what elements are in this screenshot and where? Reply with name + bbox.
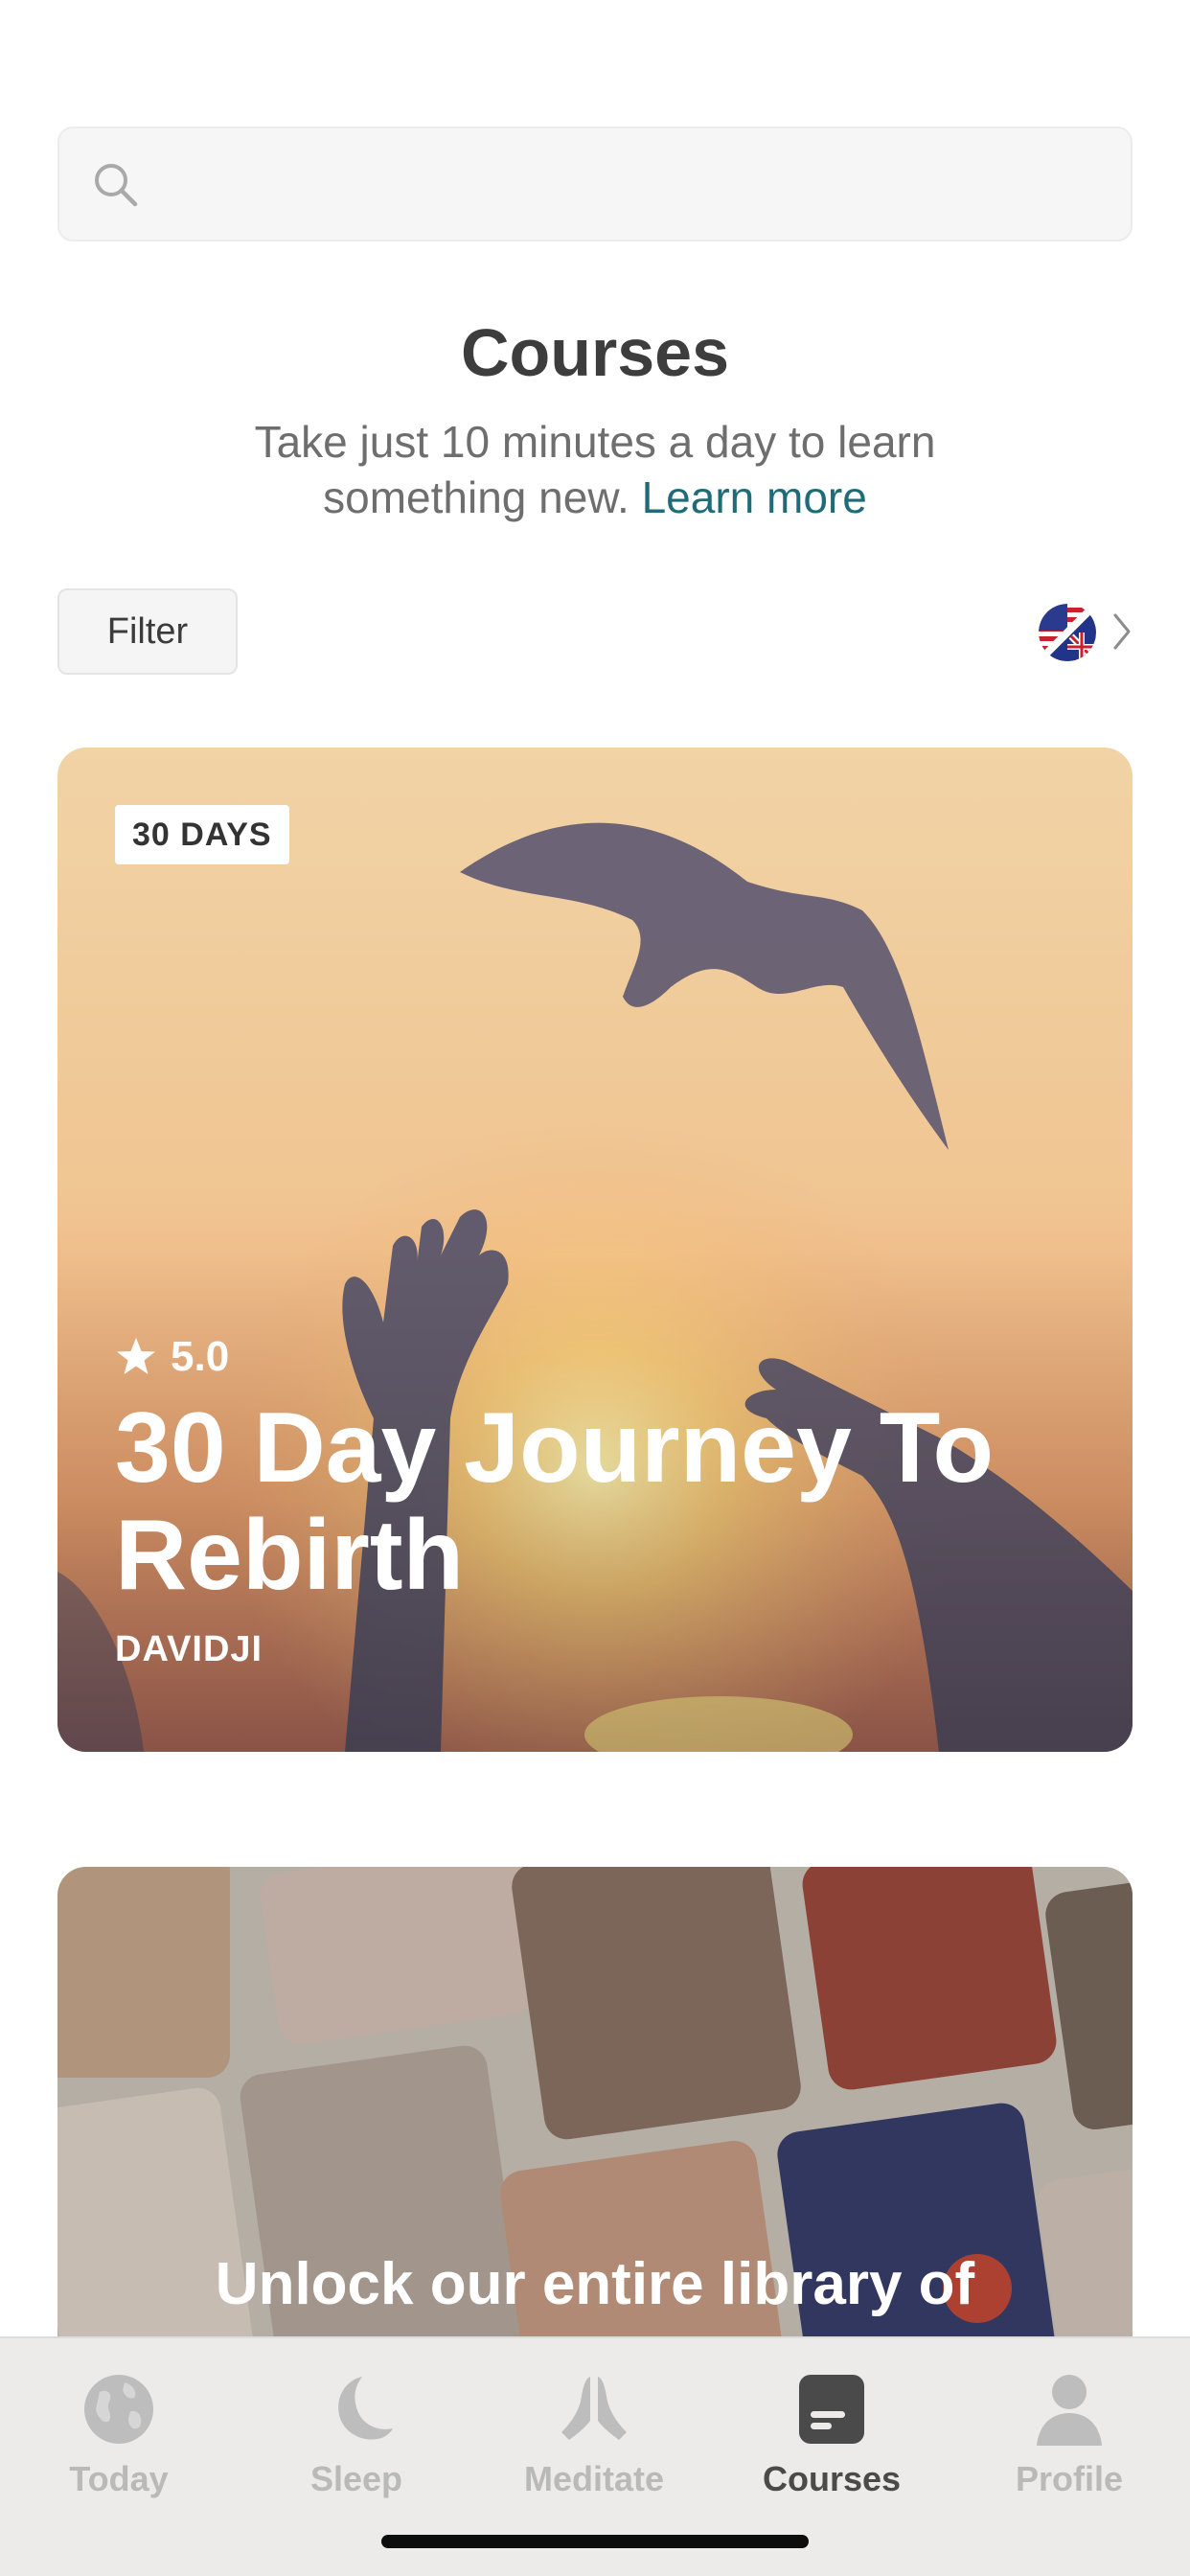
filter-button[interactable]: Filter <box>57 588 238 675</box>
star-icon <box>117 1338 155 1374</box>
uk-us-flag-icon <box>1039 604 1096 661</box>
rating-value: 5.0 <box>171 1333 230 1380</box>
tab-profile[interactable]: Profile <box>973 2371 1165 2515</box>
tab-today[interactable]: Today <box>23 2371 215 2515</box>
person-icon <box>1037 2375 1102 2446</box>
moon-icon <box>338 2377 393 2440</box>
tab-label: Profile <box>1015 2459 1124 2498</box>
tab-label: Today <box>69 2459 169 2498</box>
featured-course-card[interactable]: 30 DAYS 5.0 30 Day Journey To Rebirth DA… <box>57 748 1133 1752</box>
globe-icon <box>84 2375 153 2444</box>
screen: Courses Take just 10 minutes a day to le… <box>0 0 1190 2576</box>
tab-label: Courses <box>762 2459 902 2498</box>
language-picker[interactable] <box>1039 600 1134 663</box>
page-subtitle: Take just 10 minutes a day to learn some… <box>172 414 1018 525</box>
promo-headline: Unlock our entire library of <box>215 2251 975 2317</box>
learn-more-link[interactable]: Learn more <box>642 472 867 522</box>
course-author: DAVIDJI <box>115 1629 263 1669</box>
courses-icon <box>799 2375 864 2444</box>
home-indicator <box>381 2535 809 2548</box>
tab-courses[interactable]: Courses <box>736 2371 927 2515</box>
course-rating: 5.0 <box>115 1332 229 1382</box>
praying-hands-icon <box>561 2377 627 2440</box>
tab-meditate[interactable]: Meditate <box>498 2371 690 2515</box>
tab-label: Sleep <box>309 2459 403 2498</box>
tab-label: Meditate <box>523 2459 665 2498</box>
chevron-right-icon <box>1113 613 1131 650</box>
course-title: 30 Day Journey To Rebirth <box>115 1392 995 1611</box>
tab-sleep[interactable]: Sleep <box>261 2371 452 2515</box>
search-input[interactable] <box>57 126 1133 242</box>
search-icon <box>95 164 138 207</box>
duration-badge: 30 DAYS <box>115 805 289 864</box>
page-title: Courses <box>460 315 730 390</box>
